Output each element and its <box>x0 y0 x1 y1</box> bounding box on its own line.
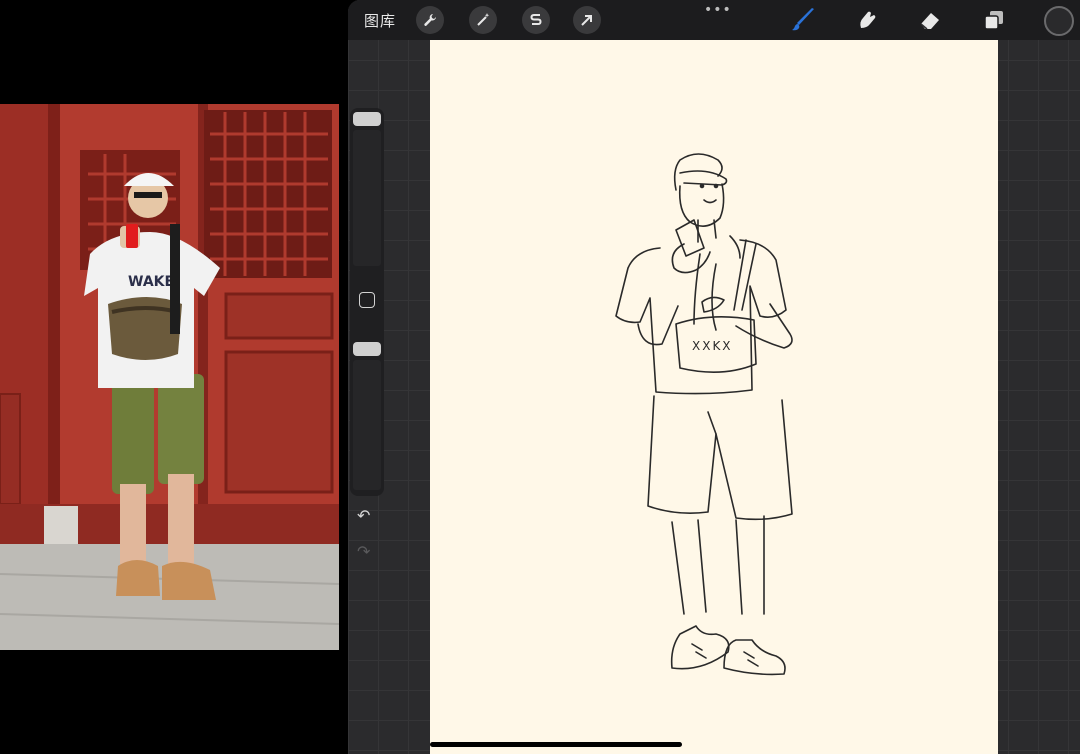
smudge-tool-button[interactable] <box>853 6 881 34</box>
eraser-tool-button[interactable] <box>916 6 944 34</box>
more-options-dots[interactable]: ••• <box>704 2 732 18</box>
drawing-canvas[interactable]: XXKX <box>430 40 998 754</box>
eraser-icon <box>920 13 939 30</box>
redo-button[interactable]: ↷ <box>357 542 370 561</box>
home-indicator[interactable] <box>430 742 682 747</box>
reference-photo: WAKE <box>0 104 339 650</box>
magic-wand-icon <box>477 13 490 26</box>
modify-button[interactable] <box>359 292 375 308</box>
actions-button[interactable] <box>416 6 444 34</box>
undo-button[interactable]: ↶ <box>357 506 370 525</box>
adjustments-button[interactable] <box>469 6 497 34</box>
layers-icon <box>984 11 1003 30</box>
brush-tool-button[interactable] <box>790 6 818 34</box>
left-sidebar <box>350 108 384 496</box>
layers-button[interactable] <box>980 6 1008 34</box>
line-art-figure: XXKX <box>615 153 793 676</box>
transform-button[interactable] <box>573 6 601 34</box>
reference-photo-image: WAKE <box>0 104 339 650</box>
brush-icon <box>792 8 814 31</box>
selection-s-icon <box>530 14 542 25</box>
opacity-track[interactable] <box>353 360 381 490</box>
procreate-app: 图库 ••• XXKX ↶ ↷ <box>348 0 1080 754</box>
top-toolbar: 图库 ••• <box>348 0 1080 40</box>
bag-text: XXKX <box>692 339 733 353</box>
transform-arrow-icon <box>581 15 592 26</box>
wrench-icon <box>424 14 437 26</box>
gallery-button[interactable]: 图库 <box>364 10 396 31</box>
selection-button[interactable] <box>522 6 550 34</box>
smudge-icon <box>860 11 876 28</box>
brush-size-track[interactable] <box>353 130 381 266</box>
opacity-slider[interactable] <box>353 342 381 356</box>
brush-size-slider[interactable] <box>353 112 381 126</box>
color-picker-button[interactable] <box>1044 6 1074 36</box>
reference-shirt-text: WAKE <box>128 274 174 290</box>
